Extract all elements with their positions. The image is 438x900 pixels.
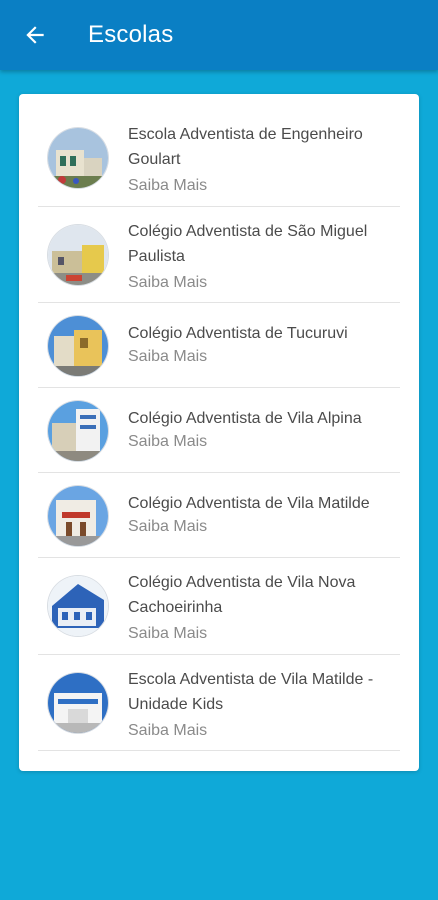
school-name: Escola Adventista de Vila Matilde - Unid…	[128, 671, 374, 713]
school-name: Colégio Adventista de Tucuruvi	[128, 325, 348, 342]
school-name: Escola Adventista de Engenheiro Goulart	[128, 126, 363, 168]
list-item[interactable]: Escola Adventista de Engenheiro Goulart …	[38, 94, 400, 207]
school-photo	[48, 673, 108, 733]
school-name: Colégio Adventista de Vila Alpina	[128, 410, 362, 427]
list-item[interactable]: Colégio Adventista de Tucuruvi Saiba Mai…	[38, 303, 400, 388]
saiba-mais-link[interactable]: Saiba Mais	[128, 273, 207, 293]
school-photo	[48, 128, 108, 188]
saiba-mais-link[interactable]: Saiba Mais	[128, 432, 207, 452]
school-photo	[48, 225, 108, 285]
list-item[interactable]: Colégio Adventista de Vila Nova Cachoeir…	[38, 558, 400, 655]
school-name: Colégio Adventista de Vila Matilde	[128, 495, 370, 512]
app-bar: Escolas	[0, 0, 438, 70]
school-photo	[48, 316, 108, 376]
arrow-left-icon	[26, 26, 44, 44]
saiba-mais-link[interactable]: Saiba Mais	[128, 176, 207, 196]
list-item[interactable]: Colégio Adventista de Vila Matilde Saiba…	[38, 473, 400, 558]
schools-list-card: Escola Adventista de Engenheiro Goulart …	[19, 94, 419, 771]
list-item[interactable]: Colégio Adventista de Vila Alpina Saiba …	[38, 388, 400, 473]
school-photo	[48, 401, 108, 461]
saiba-mais-link[interactable]: Saiba Mais	[128, 721, 207, 741]
school-photo	[48, 486, 108, 546]
saiba-mais-link[interactable]: Saiba Mais	[128, 624, 207, 644]
school-name: Colégio Adventista de Vila Nova Cachoeir…	[128, 574, 356, 616]
saiba-mais-link[interactable]: Saiba Mais	[128, 517, 207, 537]
page-title: Escolas	[88, 21, 174, 48]
list-item[interactable]: Escola Adventista de Vila Matilde - Unid…	[38, 655, 400, 751]
back-button[interactable]	[0, 0, 70, 70]
school-name: Colégio Adventista de São Miguel Paulist…	[128, 223, 368, 265]
saiba-mais-link[interactable]: Saiba Mais	[128, 347, 207, 367]
school-photo	[48, 576, 108, 636]
list-item[interactable]: Colégio Adventista de São Miguel Paulist…	[38, 207, 400, 303]
